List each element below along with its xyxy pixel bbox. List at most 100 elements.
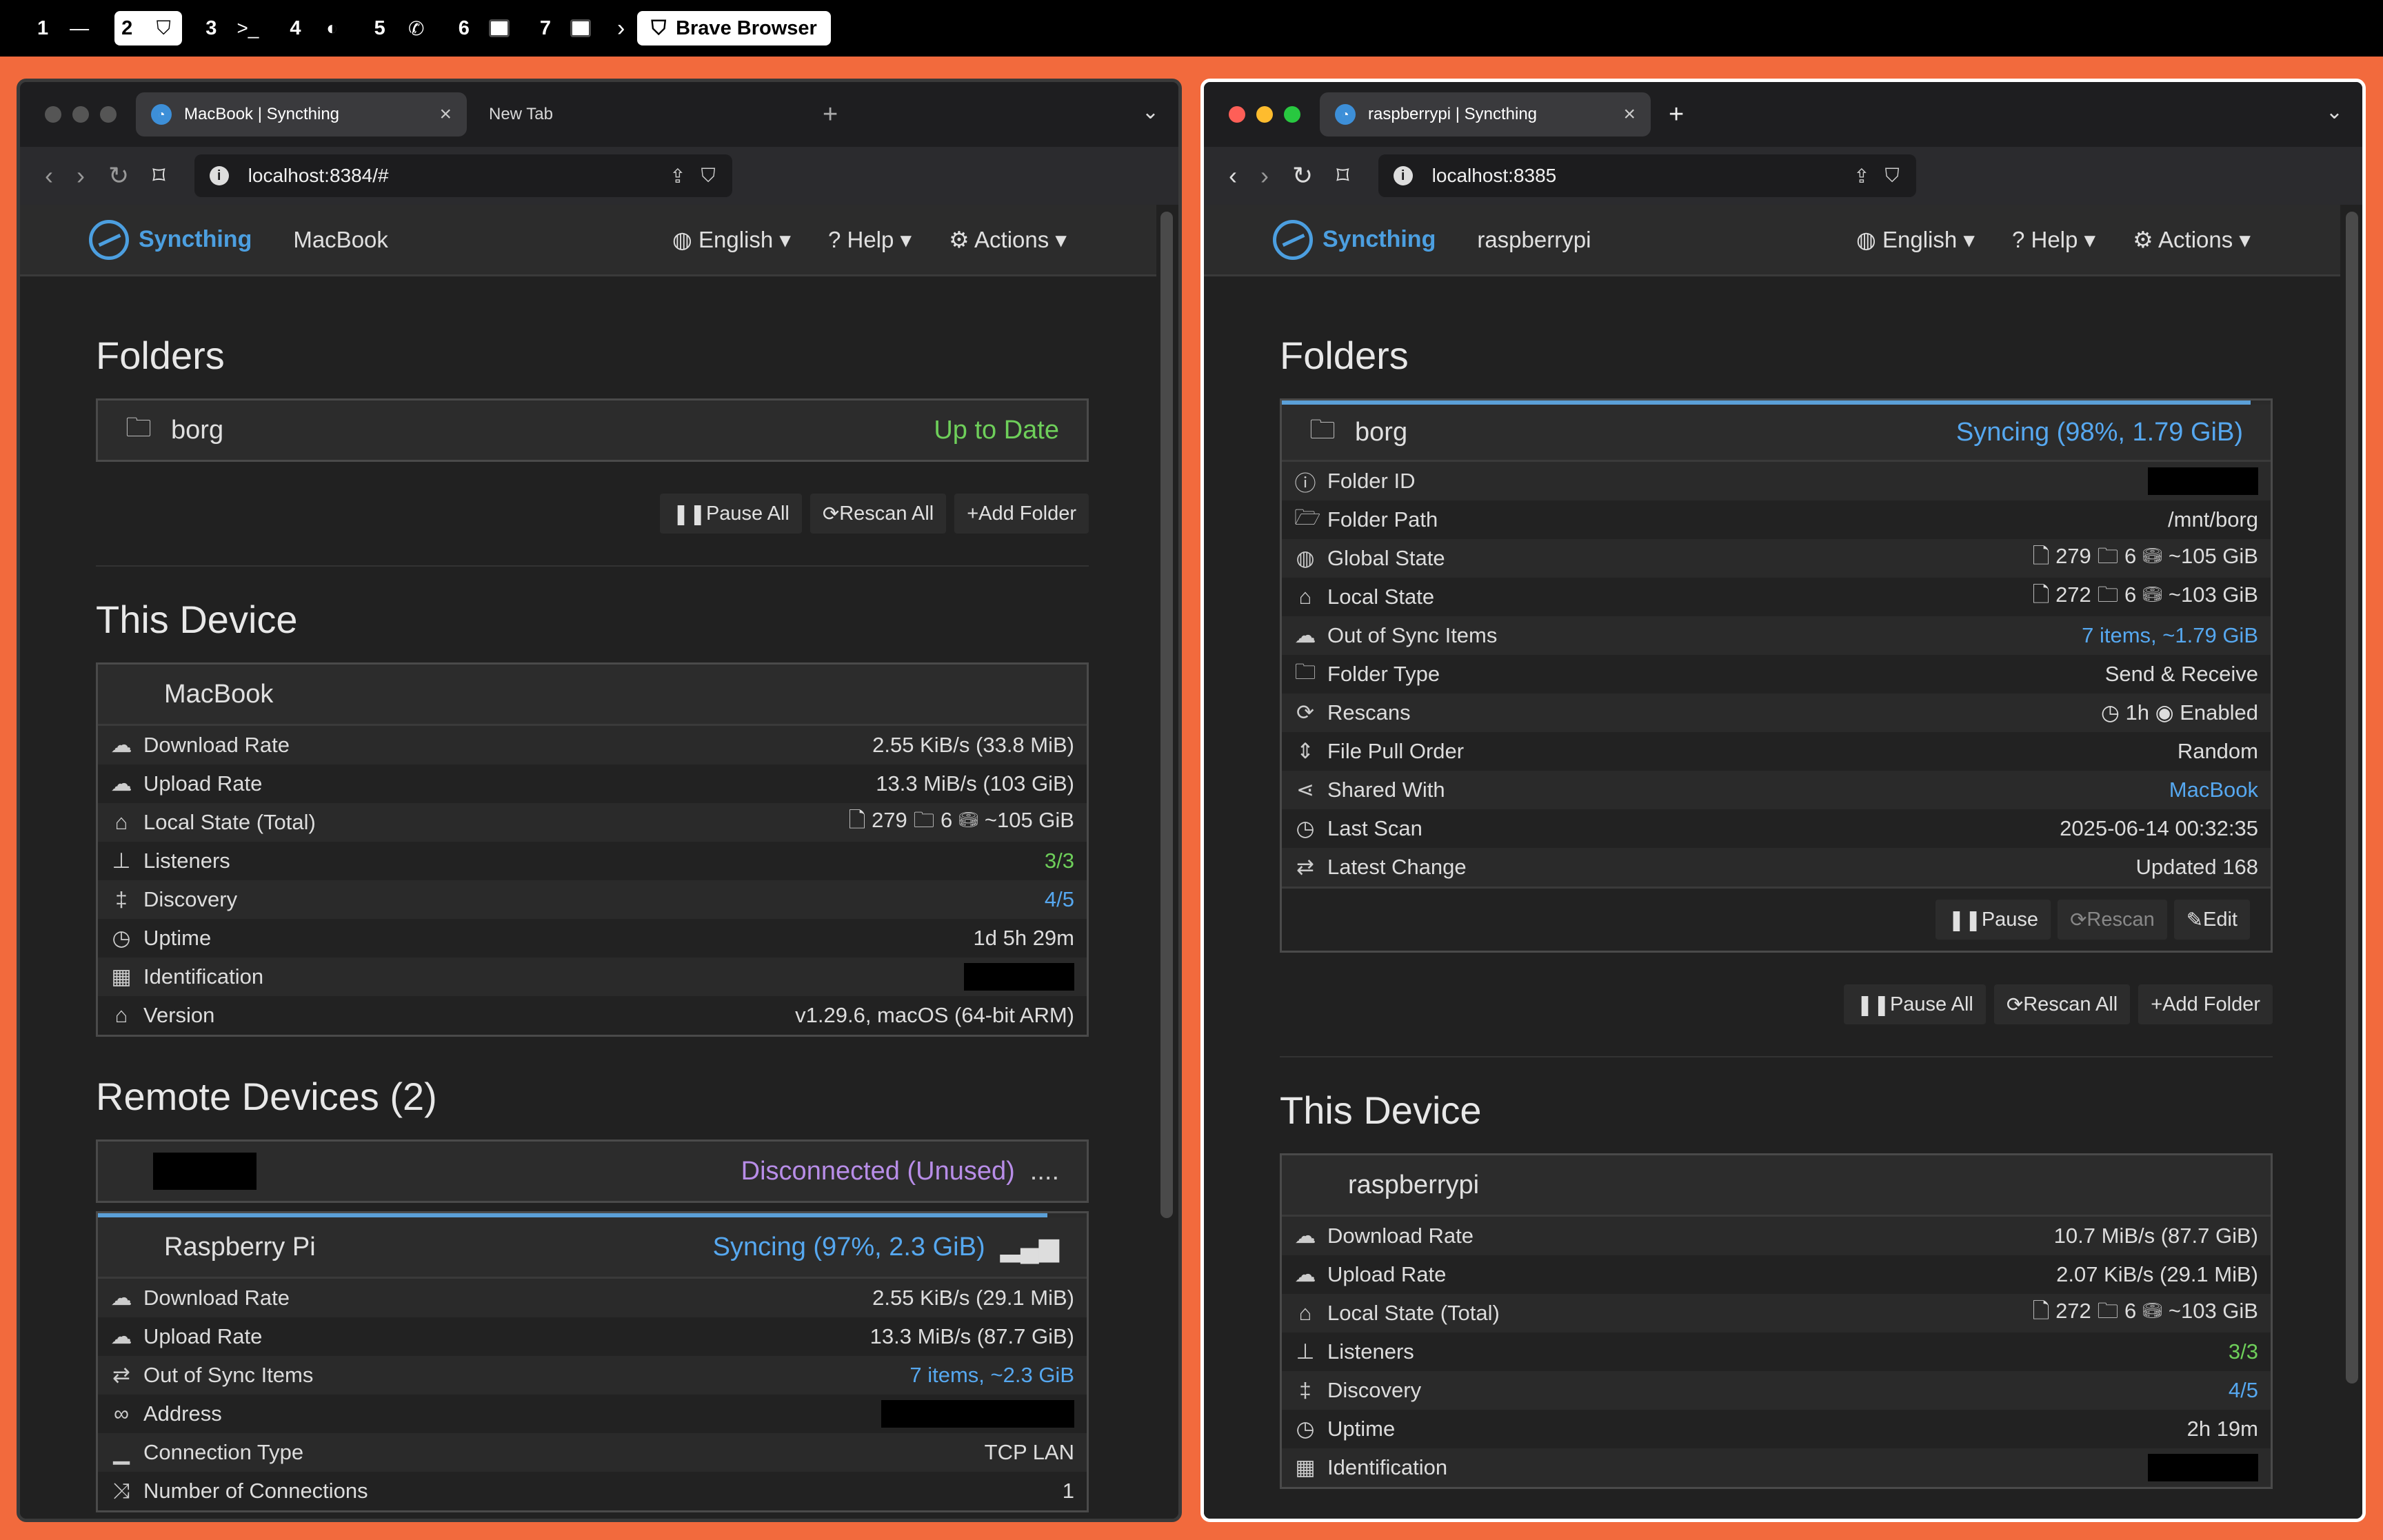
- redacted-device-name: [153, 1153, 257, 1190]
- share-icon[interactable]: ⇪: [1853, 165, 1869, 188]
- menu-english[interactable]: ◍ English ▾: [1856, 226, 1975, 253]
- minimize-dot[interactable]: [1256, 106, 1273, 123]
- workspace-number: 7: [539, 17, 551, 39]
- this-device-panel[interactable]: raspberrypi ☁ Download Rate 10.7 MiB/s (87…: [1280, 1153, 2273, 1489]
- row-value: 🗋 279 🗀 6 ⛁ ~105 GiB: [2032, 543, 2258, 568]
- close-tab-icon[interactable]: ×: [439, 103, 452, 126]
- tab-syncthing[interactable]: ◔ MacBook | Syncthing ×: [136, 92, 467, 136]
- workspace-1[interactable]: 1—: [30, 11, 98, 45]
- row-value: Updated 168: [2135, 855, 2258, 879]
- close-dot[interactable]: [45, 106, 61, 123]
- workspace-5[interactable]: 5 ✆: [368, 11, 435, 45]
- edit-button[interactable]: ✎ Edit: [2173, 900, 2250, 940]
- pause-all-button[interactable]: ❚❚ Pause All: [1844, 984, 1986, 1024]
- pause-icon: ❚❚: [1948, 909, 1982, 931]
- row-label: Version: [143, 1003, 215, 1027]
- qrcode-icon: ▦: [111, 964, 132, 989]
- button-label: Add Folder: [978, 502, 1076, 525]
- pause-all-button[interactable]: ❚❚ Pause All: [660, 494, 802, 534]
- bookmark-icon[interactable]: ⌑: [1336, 161, 1349, 190]
- folder-panel-borg[interactable]: 🗀 borg Up to Date: [96, 398, 1089, 462]
- share-icon: ⋖: [1296, 778, 1314, 802]
- info-row: ⇄ Latest Change Updated 168: [1282, 848, 2271, 886]
- divider: [96, 565, 1089, 567]
- folder-icon: 🗀: [1294, 659, 1316, 684]
- rescan-all-button[interactable]: ⟳ Rescan All: [810, 494, 947, 534]
- gear-icon: ⚙: [949, 227, 975, 252]
- redacted-value: [881, 1400, 1074, 1428]
- info-row: ‡ Discovery 4/5: [1282, 1371, 2271, 1410]
- address-bar[interactable]: i localhost:8384/# ⇪ ⛉: [194, 154, 732, 197]
- remote-device-unknown[interactable]: Disconnected (Unused)....: [96, 1139, 1089, 1203]
- menu-actions[interactable]: ⚙ Actions ▾: [2133, 226, 2251, 253]
- zoom-dot[interactable]: [100, 106, 117, 123]
- info-icon[interactable]: i: [1393, 166, 1413, 185]
- workspace-4[interactable]: 4 ◐: [283, 11, 350, 45]
- rescan-button[interactable]: ⟳ Rescan: [2058, 900, 2167, 940]
- row-label: Rescans: [1327, 700, 1411, 725]
- back-icon[interactable]: ‹: [1229, 161, 1237, 190]
- close-dot[interactable]: [1229, 106, 1245, 123]
- back-icon[interactable]: ‹: [45, 161, 53, 190]
- workspace-number: 4: [290, 17, 301, 39]
- forward-icon[interactable]: ›: [77, 161, 85, 190]
- menu-english[interactable]: ◍ English ▾: [672, 226, 791, 253]
- new-tab-icon[interactable]: +: [823, 100, 838, 130]
- info-row: ⇄ Out of Sync Items 7 items, ~2.3 GiB: [98, 1356, 1087, 1395]
- clock-icon: ◷: [1296, 816, 1315, 840]
- menu-actions[interactable]: ⚙ Actions ▾: [949, 226, 1067, 253]
- bookmark-icon[interactable]: ⌑: [152, 161, 165, 190]
- info-row: ◍ Global State 🗋 279 🗀 6 ⛁ ~105 GiB: [1282, 539, 2271, 578]
- this-device-panel[interactable]: MacBook ☁ Download Rate 2.55 KiB/s (33.8 M…: [96, 662, 1089, 1037]
- exchange-icon: ⇄: [112, 1363, 130, 1387]
- pause-button[interactable]: ❚❚ Pause: [1935, 900, 2051, 940]
- globe-icon: ◍: [672, 227, 698, 252]
- workspace-2[interactable]: 2 ⛉: [114, 11, 183, 45]
- page-content: Syncthing raspberrypi ◍ English ▾? Help …: [1204, 205, 2362, 1519]
- workspace-7[interactable]: 7: [533, 11, 598, 45]
- row-label: Download Rate: [143, 1286, 290, 1310]
- info-row: ◷ Uptime 2h 19m: [1282, 1410, 2271, 1448]
- new-tab-icon[interactable]: +: [1669, 100, 1684, 130]
- tab-new[interactable]: New Tab: [474, 92, 805, 136]
- forward-icon[interactable]: ›: [1260, 161, 1269, 190]
- row-label: Shared With: [1327, 778, 1445, 802]
- brave-shield-icon[interactable]: ⛉: [701, 165, 716, 188]
- brave-shield-icon[interactable]: ⛉: [1885, 165, 1900, 188]
- pause-icon: ❚❚: [672, 503, 706, 525]
- share-icon[interactable]: ⇪: [670, 165, 685, 188]
- system-topbar: 1—2 ⛉ 3 >_ 4 ◐ 5 ✆ 6 7 › ⛉ Brave Browser: [0, 0, 2383, 57]
- cloud-up-icon: ☁: [1294, 1262, 1316, 1286]
- reload-icon[interactable]: ↻: [108, 161, 129, 190]
- info-icon[interactable]: i: [209, 166, 229, 185]
- rescan-all-button[interactable]: ⟳ Rescan All: [1993, 984, 2131, 1024]
- remote-device-raspberry-pi[interactable]: Raspberry Pi Syncing (97%, 2.3 GiB) ▂▄▆ ☁ D…: [96, 1211, 1089, 1512]
- folders-heading: Folders: [1280, 334, 1409, 377]
- address-bar[interactable]: i localhost:8385 ⇪ ⛉: [1378, 154, 1916, 197]
- folder-panel-borg[interactable]: 🗀 borg Syncing (98%, 1.79 GiB) ⓘ Folder ID 🗁…: [1280, 398, 2273, 953]
- tab-syncthing[interactable]: ◔ raspberrypi | Syncthing ×: [1320, 92, 1651, 136]
- menu-help[interactable]: ? Help ▾: [2012, 226, 2095, 253]
- close-tab-icon[interactable]: ×: [1623, 103, 1636, 126]
- add-folder-button[interactable]: + Add Folder: [2138, 984, 2273, 1024]
- url-text: localhost:8385: [1431, 165, 1557, 186]
- scrollbar[interactable]: [2346, 212, 2358, 1384]
- row-value: 2h 19m: [2186, 1417, 2258, 1441]
- menu-help[interactable]: ? Help ▾: [828, 226, 912, 253]
- add-folder-button[interactable]: + Add Folder: [954, 494, 1089, 534]
- remote-status: Disconnected (Unused): [741, 1156, 1015, 1186]
- caret-down-icon: ▾: [2078, 227, 2096, 252]
- workspace-6[interactable]: 6: [452, 11, 516, 45]
- chevron-down-icon[interactable]: ⌄: [1142, 100, 1159, 124]
- reload-icon[interactable]: ↻: [1292, 161, 1313, 190]
- minimize-dot[interactable]: [72, 106, 89, 123]
- workspace-3[interactable]: 3 >_: [199, 11, 266, 45]
- button-label: Pause All: [1889, 993, 1973, 1015]
- brand[interactable]: Syncthing: [89, 219, 252, 260]
- brand[interactable]: Syncthing: [1273, 219, 1436, 260]
- row-value: v1.29.6, macOS (64-bit ARM): [795, 1003, 1074, 1027]
- chevron-down-icon[interactable]: ⌄: [2326, 100, 2343, 124]
- row-value: Random: [2177, 739, 2258, 763]
- scrollbar[interactable]: [1160, 212, 1173, 1218]
- zoom-dot[interactable]: [1284, 106, 1300, 123]
